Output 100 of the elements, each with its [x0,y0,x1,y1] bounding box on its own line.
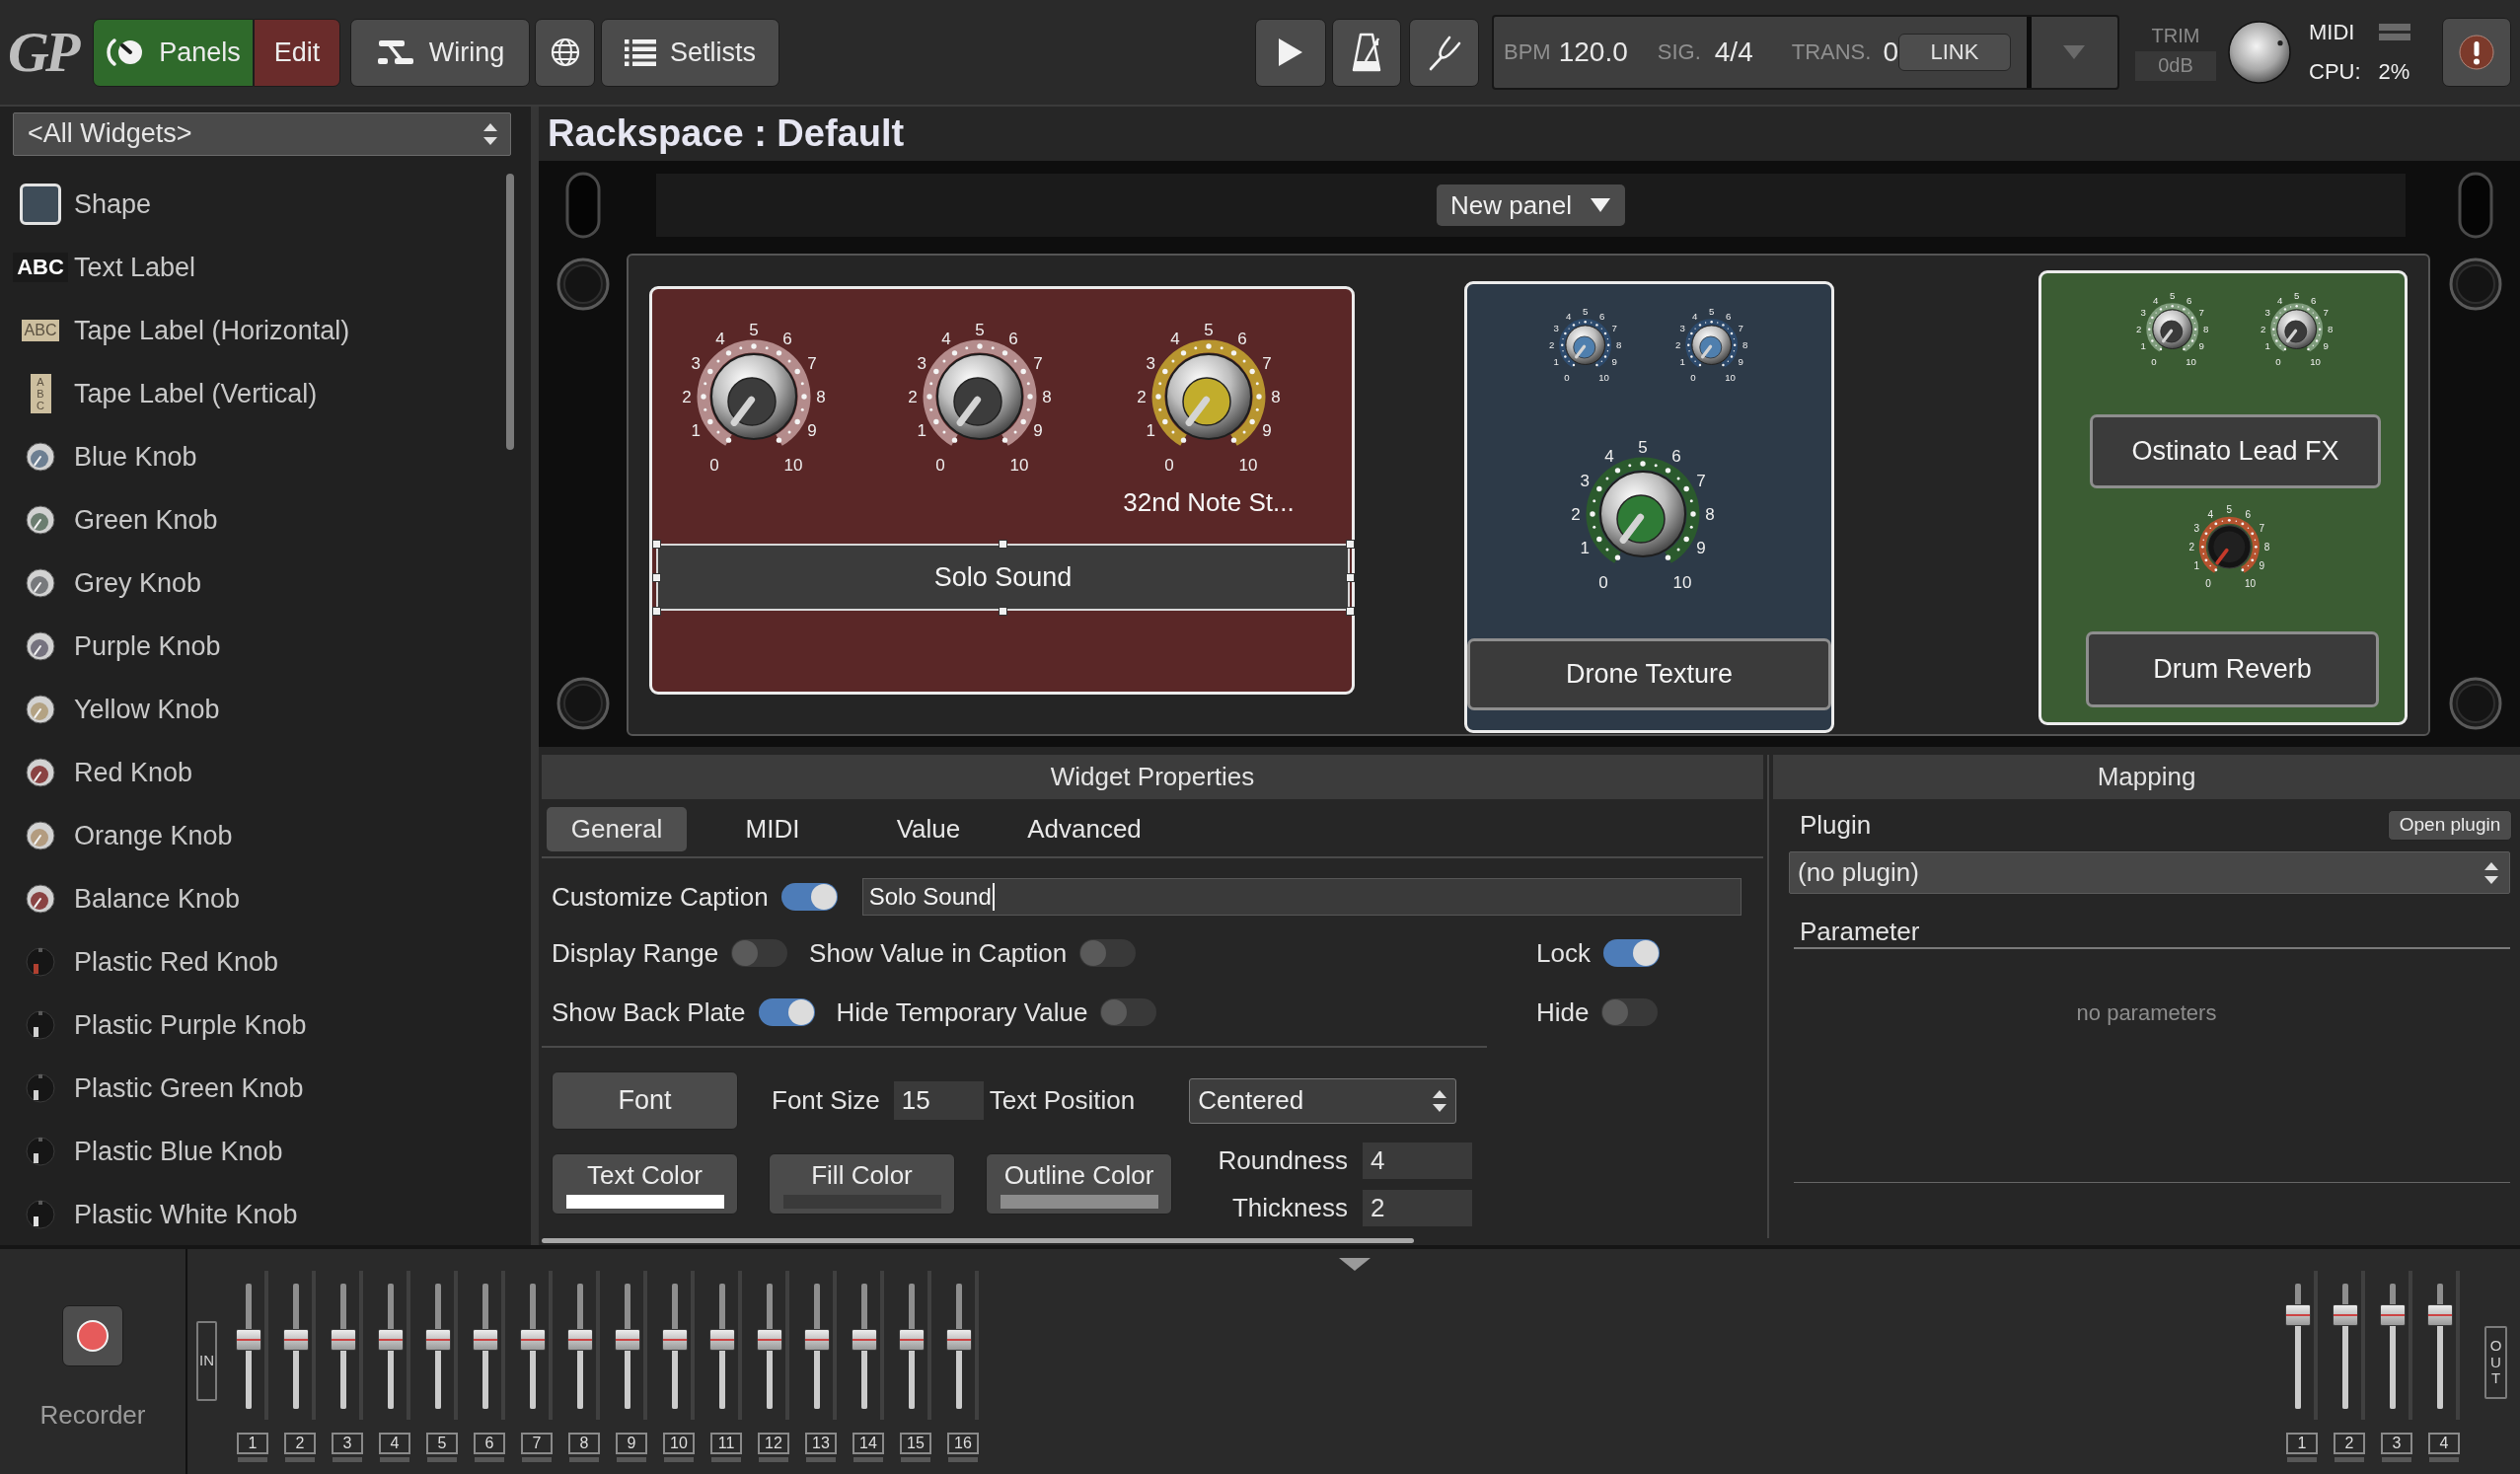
knob[interactable] [710,353,797,440]
widget-list-item[interactable]: Orange Knob [0,804,531,867]
fader-thumb[interactable] [236,1329,261,1352]
wiring-button[interactable]: Wiring [350,18,530,87]
widget-list-item[interactable]: Green Knob [0,488,531,552]
signature-label: SIG. [1657,39,1701,65]
toggle-switch[interactable] [758,998,815,1026]
scrollbar[interactable] [506,174,514,450]
widget-list-item[interactable]: Purple Knob [0,615,531,678]
edit-button[interactable]: Edit [254,18,340,87]
globe-button[interactable] [535,18,595,87]
collapse-arrow-icon[interactable] [1339,1258,1371,1271]
signature-value[interactable]: 4/4 [1714,37,1753,68]
bpm-value[interactable]: 120.0 [1558,37,1628,68]
number-field[interactable]: 2 [1363,1189,1472,1226]
font-size-field[interactable]: 15 [893,1081,984,1120]
horizontal-scrollbar[interactable] [542,1238,1414,1243]
toggle-switch[interactable] [731,939,788,967]
widget-list-item[interactable]: Plastic Green Knob [0,1057,531,1120]
fader-thumb[interactable] [615,1329,640,1352]
fader-thumb[interactable] [852,1329,877,1352]
knob-scale-ring [2198,516,2260,573]
resize-handle[interactable] [651,539,661,549]
fader-thumb[interactable] [2380,1303,2406,1326]
resize-handle[interactable] [651,572,661,582]
open-plugin-button[interactable]: Open plugin [2388,809,2512,841]
alert-button[interactable] [2442,18,2511,87]
knob-scale-ring [2146,303,2199,352]
color-button[interactable]: Outline Color [986,1153,1172,1215]
fader-thumb[interactable] [757,1329,782,1352]
fader-thumb[interactable] [378,1329,404,1352]
transpose-value[interactable]: 0 [1883,37,1898,68]
widget-list-item[interactable]: Plastic Red Knob [0,930,531,994]
knob[interactable] [1565,325,1606,366]
metronome-button[interactable] [1332,18,1401,87]
color-button[interactable]: Fill Color [769,1153,955,1215]
widget-list-item[interactable]: ABC Tape Label (Vertical) [0,362,531,425]
trim-knob[interactable] [2228,21,2291,84]
tab[interactable]: General [547,807,687,851]
resize-handle[interactable] [1345,606,1355,616]
fader-thumb[interactable] [2333,1303,2358,1326]
widget-filter-dropdown[interactable]: <All Widgets> [13,111,511,156]
tab[interactable]: Advanced [1014,807,1154,851]
panels-button[interactable]: Panels [93,18,254,87]
channel-indicator [617,1457,646,1462]
widget-list-item[interactable]: Balance Knob [0,867,531,930]
toggle-switch[interactable] [780,883,838,911]
widget-list-item[interactable]: Plastic White Knob [0,1183,531,1245]
knob[interactable] [936,353,1023,440]
fader-thumb[interactable] [473,1329,498,1352]
fader-thumb[interactable] [662,1329,688,1352]
fader-thumb[interactable] [2285,1303,2311,1326]
knob[interactable] [2276,309,2318,350]
color-button[interactable]: Text Color [552,1153,738,1215]
resize-handle[interactable] [999,539,1007,549]
fader-thumb[interactable] [520,1329,546,1352]
widget-list-item[interactable]: ABC Text Label [0,236,531,299]
toggle-switch[interactable] [1100,998,1157,1026]
resize-handle[interactable] [1345,539,1355,549]
widget-list-item[interactable]: ABC Tape Label (Horizontal) [0,299,531,362]
panel-menu-button[interactable]: New panel [1437,184,1625,226]
plugin-dropdown[interactable]: (no plugin) [1789,851,2510,894]
knob[interactable] [1691,325,1733,366]
tab[interactable]: MIDI [703,807,843,851]
fader-thumb[interactable] [946,1329,972,1352]
fader-thumb[interactable] [567,1329,593,1352]
font-button[interactable]: Font [552,1071,738,1130]
fader-thumb[interactable] [331,1329,356,1352]
widget-list-item[interactable]: Blue Knob [0,425,531,488]
link-button[interactable]: LINK [1898,34,2011,71]
widget-list-item[interactable]: Plastic Purple Knob [0,994,531,1057]
knob[interactable] [1599,471,1686,557]
widget-list-item[interactable]: Grey Knob [0,552,531,615]
fader-thumb[interactable] [899,1329,925,1352]
widget-list-item[interactable]: Shape [0,173,531,236]
resize-handle[interactable] [651,606,661,616]
fader-thumb[interactable] [425,1329,451,1352]
fader-thumb[interactable] [2427,1303,2453,1326]
fader-thumb[interactable] [804,1329,830,1352]
knob[interactable] [2152,309,2193,350]
widget-list-item[interactable]: Red Knob [0,741,531,804]
number-field[interactable]: 4 [1363,1142,1472,1179]
resize-handle[interactable] [1345,572,1355,582]
tab[interactable]: Value [858,807,999,851]
play-button[interactable] [1255,18,1326,87]
fader-thumb[interactable] [709,1329,735,1352]
fader-thumb[interactable] [283,1329,309,1352]
toggle-switch[interactable] [1602,939,1660,967]
caption-field[interactable]: Solo Sound [861,878,1742,916]
setlists-button[interactable]: Setlists [601,18,779,87]
tuner-button[interactable] [1409,18,1479,87]
resize-handle[interactable] [999,606,1007,616]
text-position-dropdown[interactable]: Centered [1189,1077,1457,1124]
plastic-knob-icon [26,947,55,977]
widget-list-item[interactable]: Plastic Blue Knob [0,1120,531,1183]
toggle-switch[interactable] [1079,939,1137,967]
widget-list-item[interactable]: Yellow Knob [0,678,531,741]
record-button[interactable] [62,1305,123,1366]
toggle-switch[interactable] [1601,998,1659,1026]
knob[interactable] [1165,353,1252,440]
